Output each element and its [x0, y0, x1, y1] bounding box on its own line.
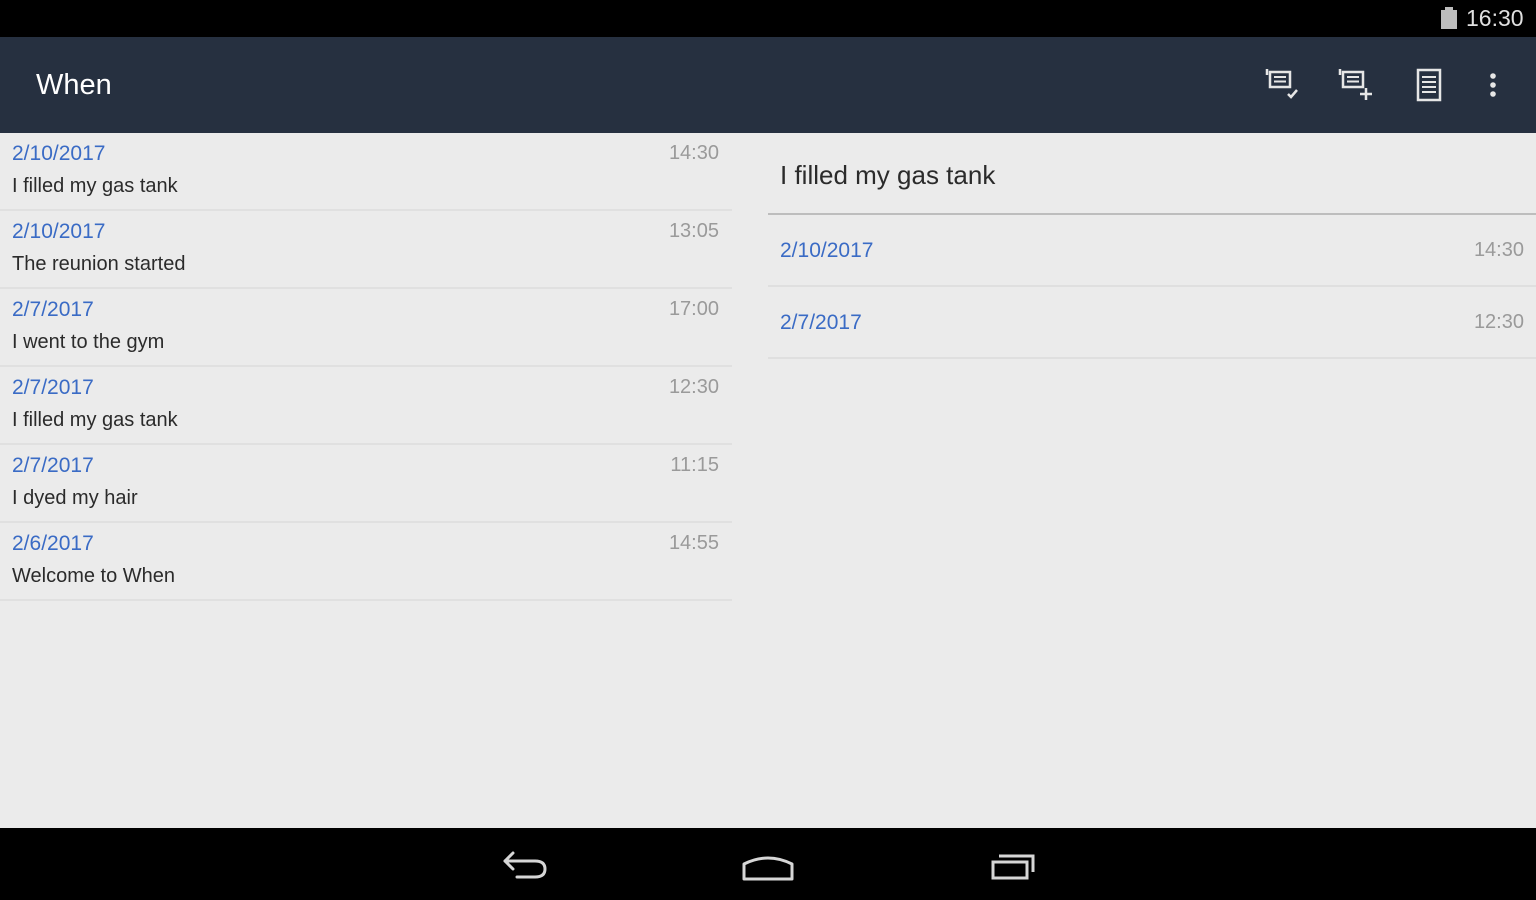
entry-date: 2/7/2017: [12, 454, 94, 477]
list-item[interactable]: 2/10/2017 13:05 The reunion started: [0, 211, 732, 289]
status-bar: 16:30: [0, 0, 1536, 37]
back-icon[interactable]: [489, 842, 561, 886]
entry-date: 2/7/2017: [12, 298, 94, 321]
list-item[interactable]: 2/6/2017 14:55 Welcome to When: [0, 523, 732, 601]
content-area: 2/10/2017 14:30 I filled my gas tank 2/1…: [0, 133, 1536, 828]
entry-time: 11:15: [670, 454, 719, 476]
occurrence-date: 2/10/2017: [780, 239, 874, 262]
status-clock: 16:30: [1466, 5, 1524, 31]
list-item[interactable]: 2/7/2017 12:30 I filled my gas tank: [0, 367, 732, 445]
overflow-menu-icon[interactable]: [1469, 63, 1513, 107]
entry-list: 2/10/2017 14:30 I filled my gas tank 2/1…: [0, 133, 732, 601]
detail-panel: I filled my gas tank 2/10/2017 14:30 2/7…: [768, 133, 1536, 359]
log-add-icon[interactable]: [1335, 63, 1379, 107]
entry-date: 2/7/2017: [12, 376, 94, 399]
occurrence-row[interactable]: 2/10/2017 14:30: [768, 215, 1536, 287]
list-item[interactable]: 2/7/2017 17:00 I went to the gym: [0, 289, 732, 367]
list-item[interactable]: 2/10/2017 14:30 I filled my gas tank: [0, 133, 732, 211]
entry-text: I filled my gas tank: [12, 175, 178, 197]
detail-header: I filled my gas tank: [768, 133, 1536, 215]
list-document-icon[interactable]: [1407, 63, 1451, 107]
occurrence-row[interactable]: 2/7/2017 12:30: [768, 287, 1536, 359]
entry-time: 17:00: [668, 298, 719, 320]
occurrence-date: 2/7/2017: [780, 311, 862, 334]
occurrence-time: 12:30: [1473, 311, 1524, 333]
entry-text: I went to the gym: [12, 331, 165, 353]
entry-time: 14:55: [668, 532, 719, 554]
entry-time: 13:05: [668, 220, 719, 242]
log-confirm-icon[interactable]: [1262, 63, 1306, 107]
entry-text: I dyed my hair: [12, 487, 138, 509]
navigation-bar: [0, 828, 1536, 900]
entry-text: Welcome to When: [12, 565, 176, 587]
detail-title: I filled my gas tank: [780, 160, 996, 190]
entry-date: 2/6/2017: [12, 532, 94, 555]
action-bar: When: [0, 37, 1536, 133]
entry-text: I filled my gas tank: [12, 409, 178, 431]
recents-icon[interactable]: [977, 842, 1049, 886]
entry-text: The reunion started: [12, 253, 186, 275]
occurrence-time: 14:30: [1473, 239, 1524, 261]
app-title: When: [36, 69, 112, 101]
list-item[interactable]: 2/7/2017 11:15 I dyed my hair: [0, 445, 732, 523]
home-icon[interactable]: [732, 842, 804, 886]
entry-time: 12:30: [668, 376, 719, 398]
entry-date: 2/10/2017: [12, 142, 106, 165]
entry-time: 14:30: [668, 142, 719, 164]
battery-icon: [1441, 7, 1457, 29]
entry-date: 2/10/2017: [12, 220, 106, 243]
